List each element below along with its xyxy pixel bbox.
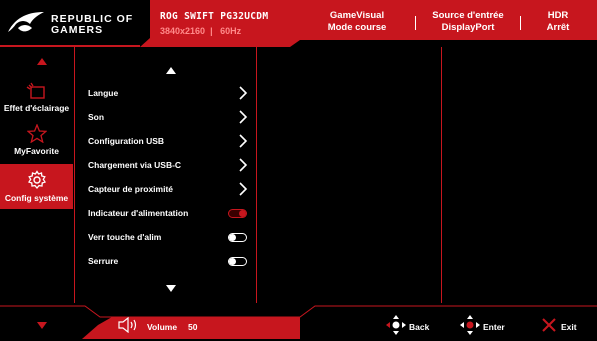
- sidebar-item-label: Effet d'éclairage: [3, 103, 70, 113]
- status-input-source: Source d'entrée DisplayPort: [418, 10, 518, 34]
- resolution-info: 3840x2160 | 60Hz: [160, 26, 241, 36]
- enter-label: Enter: [483, 322, 505, 332]
- rog-logo-icon: [8, 12, 44, 32]
- power-key-lock-toggle[interactable]: [228, 233, 247, 242]
- gear-icon: [27, 170, 46, 190]
- footer: Volume 50 Back Enter Exit: [0, 303, 597, 341]
- power-indicator-toggle[interactable]: [228, 209, 247, 218]
- status-gamevisual: GameVisual Mode course: [302, 10, 412, 34]
- chevron-right-icon: [239, 134, 248, 148]
- refresh-rate: 60Hz: [220, 26, 242, 36]
- sidebar-item-myfavorite[interactable]: MyFavorite: [0, 124, 73, 164]
- close-icon: [542, 318, 556, 332]
- toggle-knob: [239, 210, 246, 217]
- submenu-divider: [441, 47, 442, 303]
- osd-window: REPUBLIC OF GAMERS ROG SWIFT PG32UCDM 38…: [0, 0, 597, 341]
- status-value: Mode course: [327, 22, 387, 33]
- volume-value: 50: [188, 322, 198, 332]
- lighting-effect-icon: [26, 82, 45, 99]
- sidebar-divider: [74, 47, 75, 303]
- chevron-right-icon: [239, 182, 248, 196]
- status-value: Arrêt: [546, 22, 570, 33]
- volume-label: Volume: [147, 322, 178, 332]
- menu-item-label: Configuration USB: [88, 136, 165, 146]
- status-value: DisplayPort: [441, 22, 495, 33]
- header: REPUBLIC OF GAMERS ROG SWIFT PG32UCDM 38…: [0, 0, 597, 47]
- resolution-value: 3840x2160: [160, 26, 206, 36]
- menu-item-label: Chargement via USB-C: [88, 160, 182, 170]
- sidebar-item-system-setup[interactable]: Config système: [0, 164, 73, 209]
- joystick-back-icon: [386, 315, 406, 335]
- brand-name: REPUBLIC OF GAMERS: [51, 14, 133, 36]
- status-label: GameVisual: [329, 10, 385, 21]
- toggle-knob: [229, 258, 236, 265]
- joystick-enter-icon: [460, 315, 480, 335]
- star-icon: [26, 124, 47, 143]
- sidebar-item-lighting[interactable]: Effet d'éclairage: [0, 82, 73, 122]
- menu-item-label: Capteur de proximité: [88, 184, 174, 194]
- menu-divider: [256, 47, 257, 303]
- status-divider: [415, 16, 416, 30]
- toggle-knob: [229, 234, 236, 241]
- exit-label: Exit: [561, 322, 577, 332]
- menu-item-label: Langue: [88, 88, 119, 98]
- sidebar-scroll-up-icon[interactable]: [37, 58, 47, 65]
- menu-item-label: Serrure: [88, 256, 119, 266]
- volume-icon: [118, 317, 137, 333]
- model-name: ROG SWIFT PG32UCDM: [160, 11, 269, 22]
- brand-line-2: GAMERS: [51, 24, 104, 36]
- sidebar-item-label: MyFavorite: [14, 146, 59, 156]
- status-label: Source d'entrée: [432, 10, 504, 21]
- chevron-right-icon: [239, 158, 248, 172]
- key-lock-toggle[interactable]: [228, 257, 247, 266]
- back-label: Back: [409, 322, 430, 332]
- sidebar-item-label: Config système: [4, 193, 69, 203]
- resolution-separator: |: [207, 26, 218, 36]
- chevron-right-icon: [239, 86, 248, 100]
- status-label: HDR: [547, 10, 569, 21]
- menu-scroll-up-icon[interactable]: [166, 67, 176, 74]
- menu-item-label: Indicateur d'alimentation: [88, 208, 189, 218]
- footer-frame: [0, 305, 597, 339]
- status-hdr: HDR Arrêt: [526, 10, 590, 34]
- menu-scroll-down-icon[interactable]: [166, 285, 176, 292]
- chevron-right-icon: [239, 110, 248, 124]
- menu-item-label: Son: [88, 112, 105, 122]
- status-divider: [520, 16, 521, 30]
- menu-item-label: Verr touche d'alim: [88, 232, 162, 242]
